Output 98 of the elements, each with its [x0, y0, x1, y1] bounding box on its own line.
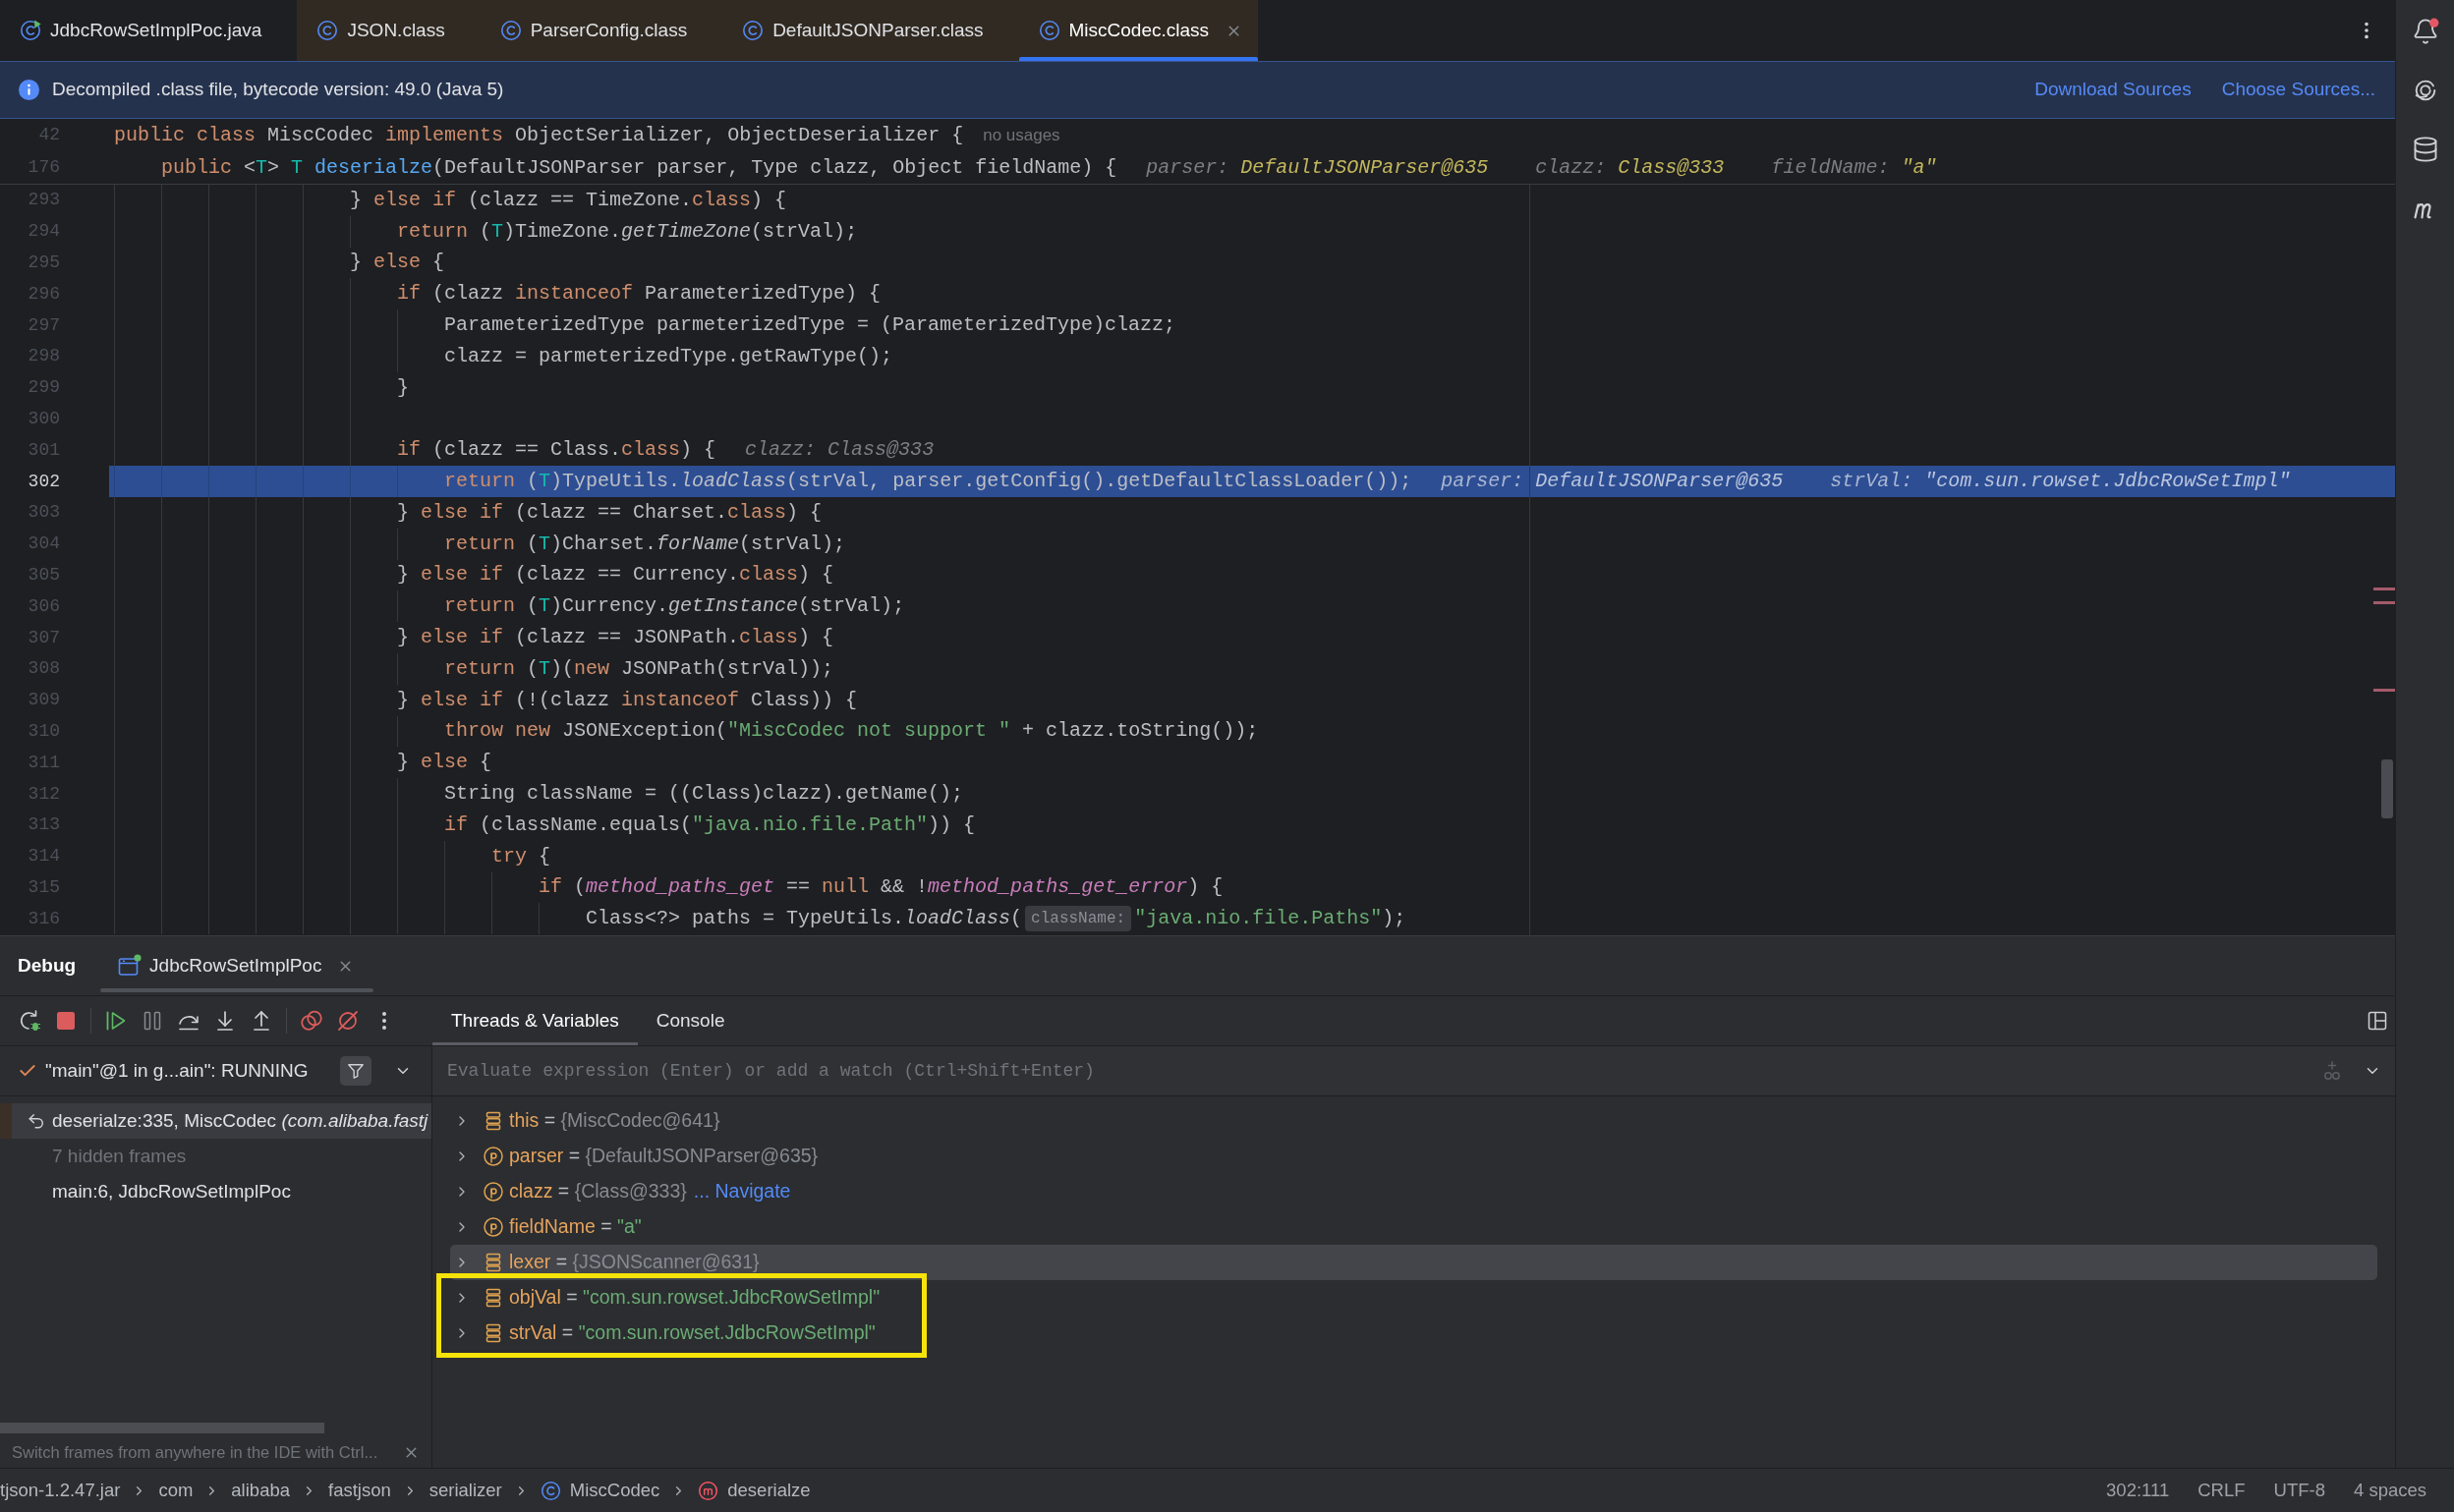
layout-icon[interactable] [2368, 1011, 2387, 1031]
class-icon [742, 20, 765, 41]
class-icon [499, 20, 522, 41]
code-text: } else if (clazz == TimeZone.class) { [350, 187, 787, 213]
filter-button[interactable] [340, 1056, 371, 1086]
inline-debug-value: clazz: Class@333 [745, 437, 935, 464]
status-indicator[interactable]: CRLF [2197, 1477, 2246, 1504]
banner-message: Decompiled .class file, bytecode version: 49.0 (Java 5) [52, 78, 504, 102]
variable-row[interactable]: clazz = {Class@333} ... Navigate [450, 1174, 803, 1209]
status-indicator[interactable]: 302:111 [2106, 1477, 2170, 1504]
code-text: if (clazz instanceof ParameterizedType) { [397, 281, 882, 308]
variable-row[interactable]: objVal = "com.sun.rowset.JdbcRowSetImpl" [450, 1280, 892, 1316]
code-text: String className = ((Class)clazz).getName(); [444, 781, 964, 808]
code-text: return (T)Charset.forName(strVal); [444, 531, 846, 557]
variable-row[interactable]: strVal = "com.sun.rowset.JdbcRowSetImpl" [450, 1316, 887, 1351]
code-text: } else if (clazz == JSONPath.class) { [397, 625, 834, 651]
status-indicator[interactable]: 4 spaces [2353, 1477, 2426, 1504]
code-text: public class MiscCodec implements ObjectSerializer, ObjectDeserializer { [114, 122, 964, 148]
stop-icon[interactable] [54, 1009, 78, 1033]
breadcrumb[interactable]: tjson-1.2.47.jar [0, 1477, 121, 1504]
return-arrow-icon [28, 1112, 45, 1130]
code-text: } else if (!(clazz instanceof Class)) { [397, 687, 858, 713]
session-tab[interactable]: JdbcRowSetImplPoc [100, 936, 374, 995]
code-text: } else { [397, 750, 492, 776]
stack-frame[interactable]: deserialze:335, MiscCodec (com.alibaba.fastj [0, 1103, 431, 1139]
code-text: throw new JSONException("MiscCodec not support " + clazz.toString()); [444, 718, 1259, 745]
inline-debug-value: parser: DefaultJSONParser@635 [1146, 154, 1489, 181]
variable-row[interactable]: fieldName = "a" [450, 1209, 654, 1245]
code-text: } else { [350, 250, 445, 276]
filter-icon [347, 1062, 365, 1080]
editor-tab[interactable]: DefaultJSONParser.class [722, 0, 1019, 61]
code-text: Class<?> paths = TypeUtils.loadClass( [586, 906, 1023, 932]
code-text: } else if (clazz == Charset.class) { [397, 499, 823, 526]
class-icon [540, 1480, 561, 1501]
info-icon [19, 80, 39, 100]
variable-icon [484, 1111, 503, 1131]
usages-hint[interactable]: no usages [983, 122, 1060, 148]
inline-debug-value: parser: DefaultJSONParser@635 [1441, 469, 1784, 495]
editor-tab[interactable]: JdbcRowSetImplPoc.java [0, 0, 298, 61]
parameter-hint: className: [1025, 906, 1132, 932]
breadcrumb[interactable]: fastjson [328, 1477, 391, 1504]
code-text: clazz = parmeterizedType.getRawType(); [444, 343, 893, 369]
breadcrumb[interactable]: alibaba [231, 1477, 290, 1504]
application-window-icon [118, 954, 143, 978]
breadcrumb[interactable]: MiscCodec [540, 1477, 660, 1504]
stack-frame[interactable]: main:6, JdbcRowSetImplPoc [52, 1174, 291, 1209]
variable-icon [484, 1323, 503, 1343]
rerun-icon[interactable] [18, 1009, 41, 1033]
breadcrumb[interactable]: com [158, 1477, 194, 1504]
breadcrumb[interactable]: deserialze [698, 1477, 811, 1504]
debug-view-tab[interactable]: Threads & Variables [432, 996, 638, 1045]
editor-tab[interactable]: MiscCodec.class [1018, 0, 1259, 61]
code-text: return (T)TypeUtils.loadClass(strVal, parser.getConfig().getDefaultClassLoader()); [444, 469, 1412, 495]
code-text: return (T)(new JSONPath(strVal)); [444, 655, 834, 682]
runnable-class-icon [20, 20, 41, 41]
code-text: if (method_paths_get == null && !method_paths_get_error) { [539, 874, 1224, 901]
variable-icon [484, 1288, 503, 1308]
parameter-icon [484, 1217, 503, 1237]
resume-icon[interactable] [104, 1009, 128, 1033]
frames-tip-text: Switch frames from anywhere in the IDE with Ctrl... [12, 1441, 379, 1463]
variable-row[interactable]: lexer = {JSONScanner@631} [450, 1245, 2377, 1280]
status-indicator[interactable]: UTF-8 [2273, 1477, 2325, 1504]
method-icon [698, 1480, 719, 1501]
mute-breakpoints-icon[interactable] [336, 1009, 360, 1033]
inline-debug-value: clazz: Class@333 [1535, 154, 1725, 181]
banner-link[interactable]: Choose Sources... [2221, 76, 2375, 104]
class-icon [316, 20, 339, 41]
code-text: } [397, 374, 409, 401]
code-text: if (className.equals("java.nio.file.Path")) { [444, 812, 976, 838]
line-number: 302 [27, 470, 61, 493]
debug-view-tab[interactable]: Console [637, 996, 744, 1045]
code-text: try { [491, 843, 551, 869]
code-text: return (T)TimeZone.getTimeZone(strVal); [397, 218, 858, 245]
inline-debug-value: strVal: "com.sun.rowset.JdbcRowSetImpl" [1830, 469, 2291, 495]
horizontal-scrollbar[interactable] [0, 1423, 324, 1433]
editor-tab[interactable]: JSON.class [297, 0, 481, 61]
navigate-link[interactable]: ... Navigate [693, 1177, 791, 1206]
code-text: "java.nio.file.Paths"); [1134, 906, 1406, 932]
thread-selector[interactable]: "main"@1 in g...ain": RUNNING [45, 1056, 340, 1086]
code-text: public <T> T deserialze(DefaultJSONParser parser, Type clazz, Object fieldName) { [161, 154, 1117, 181]
code-text: } else if (clazz == Currency.class) { [397, 562, 834, 588]
variable-row[interactable]: parser = {DefaultJSONParser@635} [450, 1139, 830, 1174]
variable-row[interactable]: this = {MiscCodec@641} [450, 1103, 732, 1139]
inline-debug-value: fieldName: "a" [1771, 154, 1937, 181]
debug-panel-title: Debug [17, 953, 77, 978]
code-text: ParameterizedType parmeterizedType = (ParameterizedType)clazz; [444, 312, 1176, 339]
editor-tab[interactable]: ParserConfig.class [480, 0, 723, 61]
vertical-scrollbar[interactable] [2381, 759, 2393, 818]
banner-link[interactable]: Download Sources [2034, 76, 2192, 104]
parameter-icon [484, 1147, 503, 1166]
breadcrumb[interactable]: serializer [428, 1477, 502, 1504]
code-text: if (clazz == Class.class) { [397, 437, 716, 464]
evaluate-expression-field[interactable]: Evaluate expression (Enter) or add a watch (Ctrl+Shift+Enter) [432, 1046, 2395, 1096]
class-icon [1038, 20, 1060, 41]
variable-icon [484, 1253, 503, 1272]
breakpoints-icon[interactable] [300, 1009, 323, 1033]
parameter-icon [484, 1182, 503, 1202]
code-text: return (T)Currency.getInstance(strVal); [444, 593, 905, 620]
